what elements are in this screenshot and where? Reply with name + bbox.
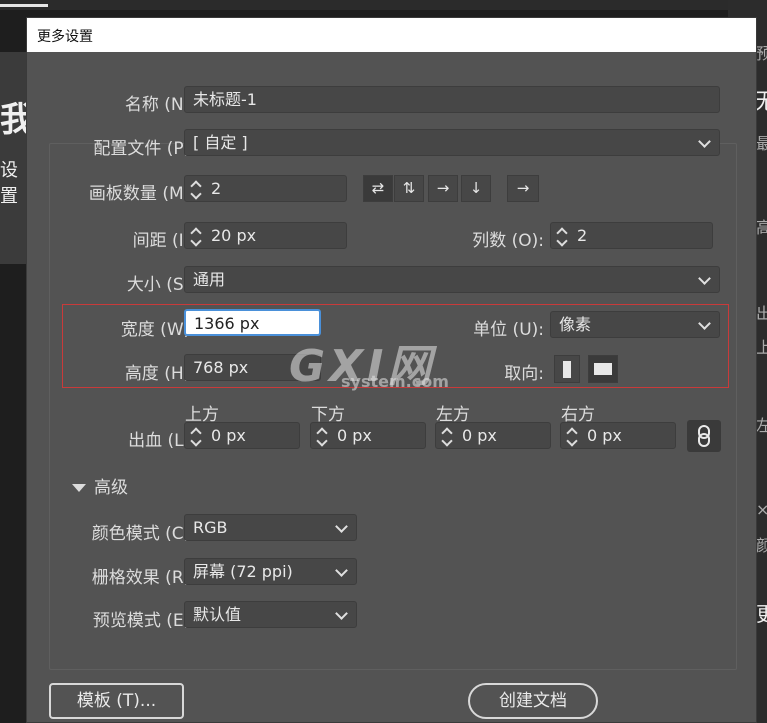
grid-by-column-icon[interactable]: ⇅ xyxy=(394,175,424,202)
size-value: 通用 xyxy=(193,270,226,289)
bleed-left-stepper[interactable]: 0 px xyxy=(435,422,551,449)
background-right-text: × xyxy=(756,500,767,519)
stepper-arrows-icon[interactable] xyxy=(565,425,581,447)
profile-value: [ 自定 ] xyxy=(193,133,248,152)
width-input[interactable]: 1366 px xyxy=(184,309,321,336)
bleed-bottom-stepper[interactable]: 0 px xyxy=(310,422,426,449)
artboards-stepper[interactable]: 2 xyxy=(184,175,347,202)
landscape-orientation-icon[interactable] xyxy=(588,355,618,383)
height-input[interactable]: 768 px xyxy=(184,354,321,381)
size-select[interactable]: 通用 xyxy=(184,266,720,293)
background-left-panel: 我 设置 xyxy=(0,52,34,264)
link-bleed-icon[interactable] xyxy=(687,420,721,452)
color-mode-value: RGB xyxy=(193,518,228,537)
artboards-value: 2 xyxy=(211,179,222,198)
background-right-text: 颜 xyxy=(756,536,767,555)
arrange-by-column-icon[interactable]: ↓ xyxy=(461,175,491,202)
stepper-arrows-icon[interactable] xyxy=(189,178,205,200)
bleed-top-value: 0 px xyxy=(211,426,246,445)
background-text-fragment: 设置 xyxy=(0,160,18,207)
bleed-right-value: 0 px xyxy=(587,426,622,445)
color-mode-label: 颜色模式 (C): xyxy=(91,524,196,544)
profile-select[interactable]: [ 自定 ] xyxy=(184,129,720,156)
background-right-text: 左 xyxy=(756,416,767,435)
raster-effects-label: 栅格效果 (R): xyxy=(91,568,196,588)
units-value: 像素 xyxy=(559,315,592,334)
grid-by-row-icon[interactable]: ⇄ xyxy=(363,175,393,202)
color-mode-select[interactable]: RGB xyxy=(184,514,357,541)
orientation-label: 取向: xyxy=(504,364,544,384)
template-button[interactable]: 模板 (T)... xyxy=(49,683,184,719)
columns-stepper[interactable]: 2 xyxy=(550,222,713,249)
dialog-title: 更多设置 xyxy=(37,29,93,45)
units-select[interactable]: 像素 xyxy=(550,311,720,338)
spacing-stepper[interactable]: 20 px xyxy=(184,222,347,249)
artboards-label: 画板数量 (M): xyxy=(88,184,196,204)
profile-label: 配置文件 (P): xyxy=(93,139,196,159)
raster-effects-select[interactable]: 屏幕 (72 ppi) xyxy=(184,558,357,585)
bleed-left-value: 0 px xyxy=(462,426,497,445)
bleed-top-stepper[interactable]: 0 px xyxy=(184,422,300,449)
more-settings-dialog: 更多设置 名称 (N): 未标题-1 配置文件 (P): [ 自定 ] 画板数量… xyxy=(26,17,757,723)
raster-effects-value: 屏幕 (72 ppi) xyxy=(193,562,293,581)
columns-value: 2 xyxy=(577,226,588,245)
columns-label: 列数 (O): xyxy=(472,231,544,251)
bleed-bottom-value: 0 px xyxy=(337,426,372,445)
advanced-toggle[interactable]: 高级 xyxy=(72,473,128,498)
preview-mode-select[interactable]: 默认值 xyxy=(184,601,357,628)
dialog-titlebar: 更多设置 xyxy=(27,18,756,52)
background-right-text: 出 xyxy=(756,304,767,323)
create-document-button[interactable]: 创建文档 xyxy=(468,683,598,719)
background-tab-indicator xyxy=(0,4,48,7)
stepper-arrows-icon[interactable] xyxy=(315,425,331,447)
portrait-orientation-icon[interactable] xyxy=(554,355,580,383)
background-right-text: 预 xyxy=(756,44,767,63)
units-label: 单位 (U): xyxy=(473,320,544,340)
name-input[interactable]: 未标题-1 xyxy=(184,86,720,113)
stepper-arrows-icon[interactable] xyxy=(189,425,205,447)
background-app-bar xyxy=(0,0,767,10)
background-right-text: 更 xyxy=(756,602,767,626)
background-right-text: 最 xyxy=(756,134,767,153)
background-right-text: 上 xyxy=(756,338,767,357)
chain-link-icon xyxy=(698,425,710,447)
stepper-arrows-icon[interactable] xyxy=(189,225,205,247)
right-to-left-icon[interactable]: → xyxy=(507,175,539,202)
advanced-label: 高级 xyxy=(94,478,128,498)
preview-mode-label: 预览模式 (E): xyxy=(92,611,196,631)
spacing-value: 20 px xyxy=(211,226,257,245)
stepper-arrows-icon[interactable] xyxy=(440,425,456,447)
preview-mode-value: 默认值 xyxy=(193,605,242,624)
background-right-text: 高 xyxy=(756,218,767,237)
bleed-right-stepper[interactable]: 0 px xyxy=(560,422,676,449)
disclosure-triangle-icon xyxy=(72,484,86,492)
stepper-arrows-icon[interactable] xyxy=(555,225,571,247)
arrange-by-row-icon[interactable]: → xyxy=(428,175,458,202)
